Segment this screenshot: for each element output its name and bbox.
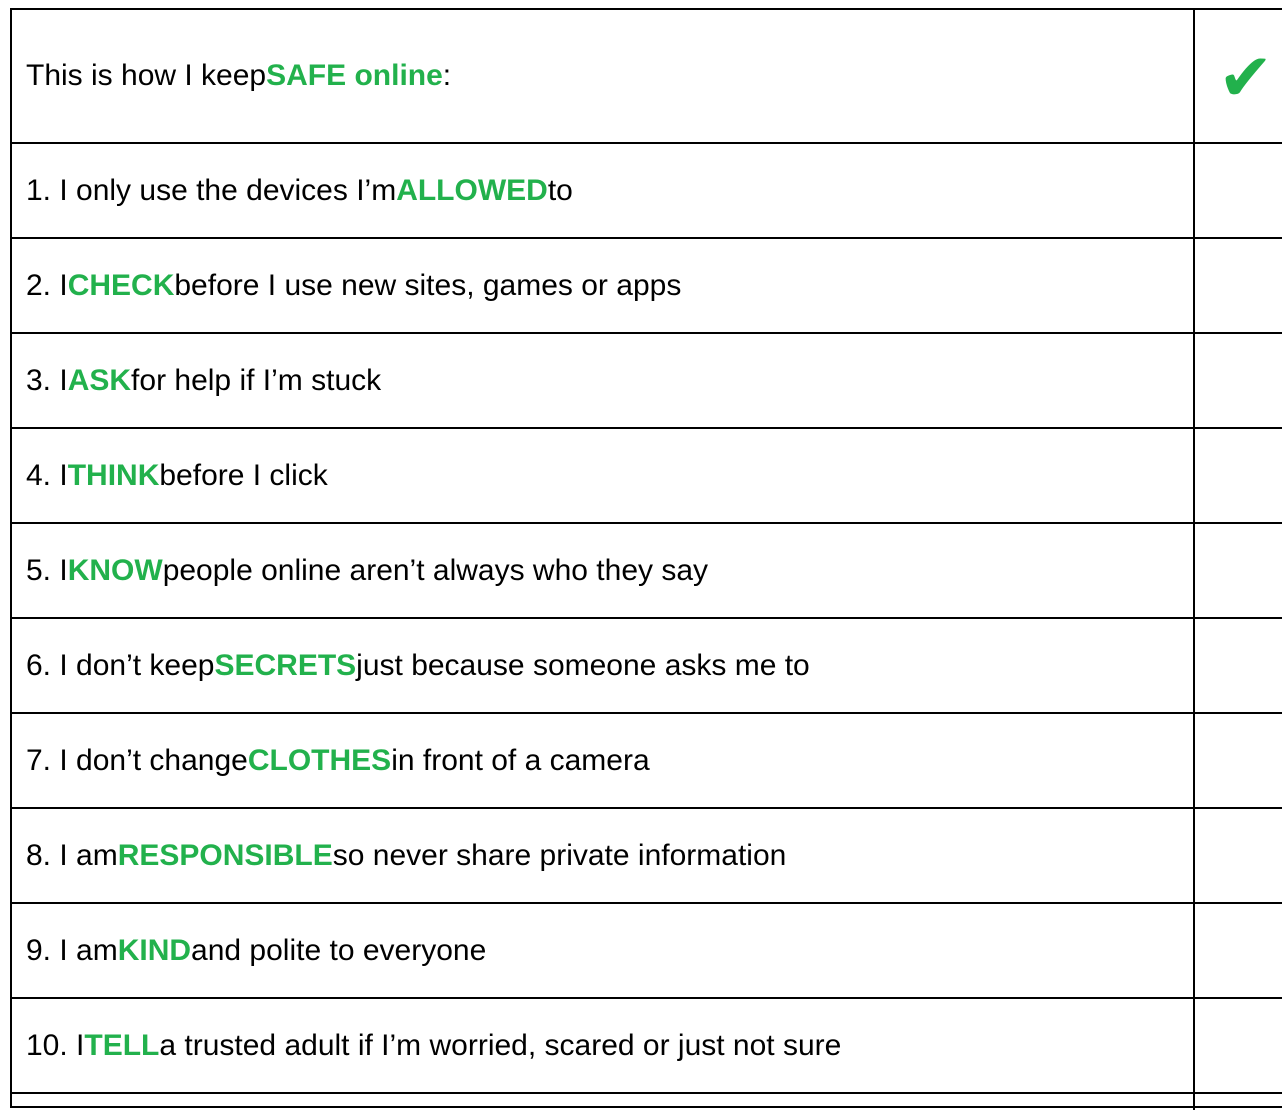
item-prefix: 5. I [26, 553, 68, 587]
item-keyword: CLOTHES [247, 743, 392, 777]
item-suffix: a trusted adult if I’m worried, scared o… [159, 1028, 842, 1062]
checklist-row: 9. I am KIND and polite to everyone [12, 904, 1282, 999]
checklist-item-text: 9. I am KIND and polite to everyone [26, 904, 486, 997]
checklist-row: 8. I am RESPONSIBLE so never share priva… [12, 809, 1282, 904]
checklist-item-text: 3. I ASK for help if I’m stuck [26, 334, 381, 427]
checklist-row: 1. I only use the devices I’m ALLOWED to [12, 144, 1282, 239]
item-prefix: 8. I am [26, 838, 118, 872]
checklist-row: 6. I don’t keep SECRETS just because som… [12, 619, 1282, 714]
item-prefix: 9. I am [26, 933, 118, 967]
item-prefix: 3. I [26, 363, 68, 397]
item-keyword: ALLOWED [396, 173, 548, 207]
item-prefix: 10. I [26, 1028, 85, 1062]
checklist-row: 7. I don’t change CLOTHES in front of a … [12, 714, 1282, 809]
item-keyword: CHECK [67, 268, 175, 302]
item-keyword: KIND [117, 933, 192, 967]
checkmark-icon: ✔ [1218, 38, 1274, 116]
safety-checklist-table: This is how I keep SAFE online: ✔ 1. I o… [10, 8, 1282, 1110]
item-keyword: RESPONSIBLE [117, 838, 333, 872]
column-divider [1193, 10, 1195, 1110]
item-suffix: before I click [159, 458, 328, 492]
item-prefix: 4. I [26, 458, 68, 492]
checklist-row: 5. I KNOW people online aren’t always wh… [12, 524, 1282, 619]
item-prefix: 1. I only use the devices I’m [26, 173, 397, 207]
item-suffix: just because someone asks me to [356, 648, 810, 682]
item-suffix: people online aren’t always who they say [162, 553, 709, 587]
checklist-item-text: 2. I CHECK before I use new sites, games… [26, 239, 681, 332]
item-keyword: TELL [84, 1028, 160, 1062]
item-suffix: in front of a camera [391, 743, 650, 777]
item-suffix: and polite to everyone [191, 933, 487, 967]
checklist-row: 10. I TELL a trusted adult if I’m worrie… [12, 999, 1282, 1094]
item-prefix: 2. I [26, 268, 68, 302]
item-prefix: 6. I don’t keep [26, 648, 215, 682]
header-keyword: SAFE online [266, 59, 443, 92]
checklist-item-text: 1. I only use the devices I’m ALLOWED to [26, 144, 573, 237]
item-keyword: KNOW [67, 553, 163, 587]
checklist-row: 4. I THINK before I click [12, 429, 1282, 524]
checklist-row: 3. I ASK for help if I’m stuck [12, 334, 1282, 429]
header-row: This is how I keep SAFE online: ✔ [12, 10, 1282, 144]
item-prefix: 7. I don’t change [26, 743, 248, 777]
header-prefix: This is how I keep [26, 59, 267, 92]
item-suffix: to [547, 173, 573, 207]
header-suffix: : [442, 59, 452, 92]
checklist-item-text: 6. I don’t keep SECRETS just because som… [26, 619, 810, 712]
checklist-item-text: 5. I KNOW people online aren’t always wh… [26, 524, 708, 617]
checklist-item-text: 7. I don’t change CLOTHES in front of a … [26, 714, 650, 807]
item-keyword: ASK [67, 363, 132, 397]
item-keyword: SECRETS [214, 648, 357, 682]
checklist-item-text: 4. I THINK before I click [26, 429, 328, 522]
item-keyword: THINK [67, 458, 160, 492]
checklist-row: 2. I CHECK before I use new sites, games… [12, 239, 1282, 334]
item-suffix: so never share private information [332, 838, 787, 872]
header-text: This is how I keep SAFE online: [26, 10, 451, 142]
item-suffix: before I use new sites, games or apps [174, 268, 682, 302]
checklist-item-text: 10. I TELL a trusted adult if I’m worrie… [26, 999, 841, 1092]
checklist-item-text: 8. I am RESPONSIBLE so never share priva… [26, 809, 786, 902]
item-suffix: for help if I’m stuck [131, 363, 382, 397]
